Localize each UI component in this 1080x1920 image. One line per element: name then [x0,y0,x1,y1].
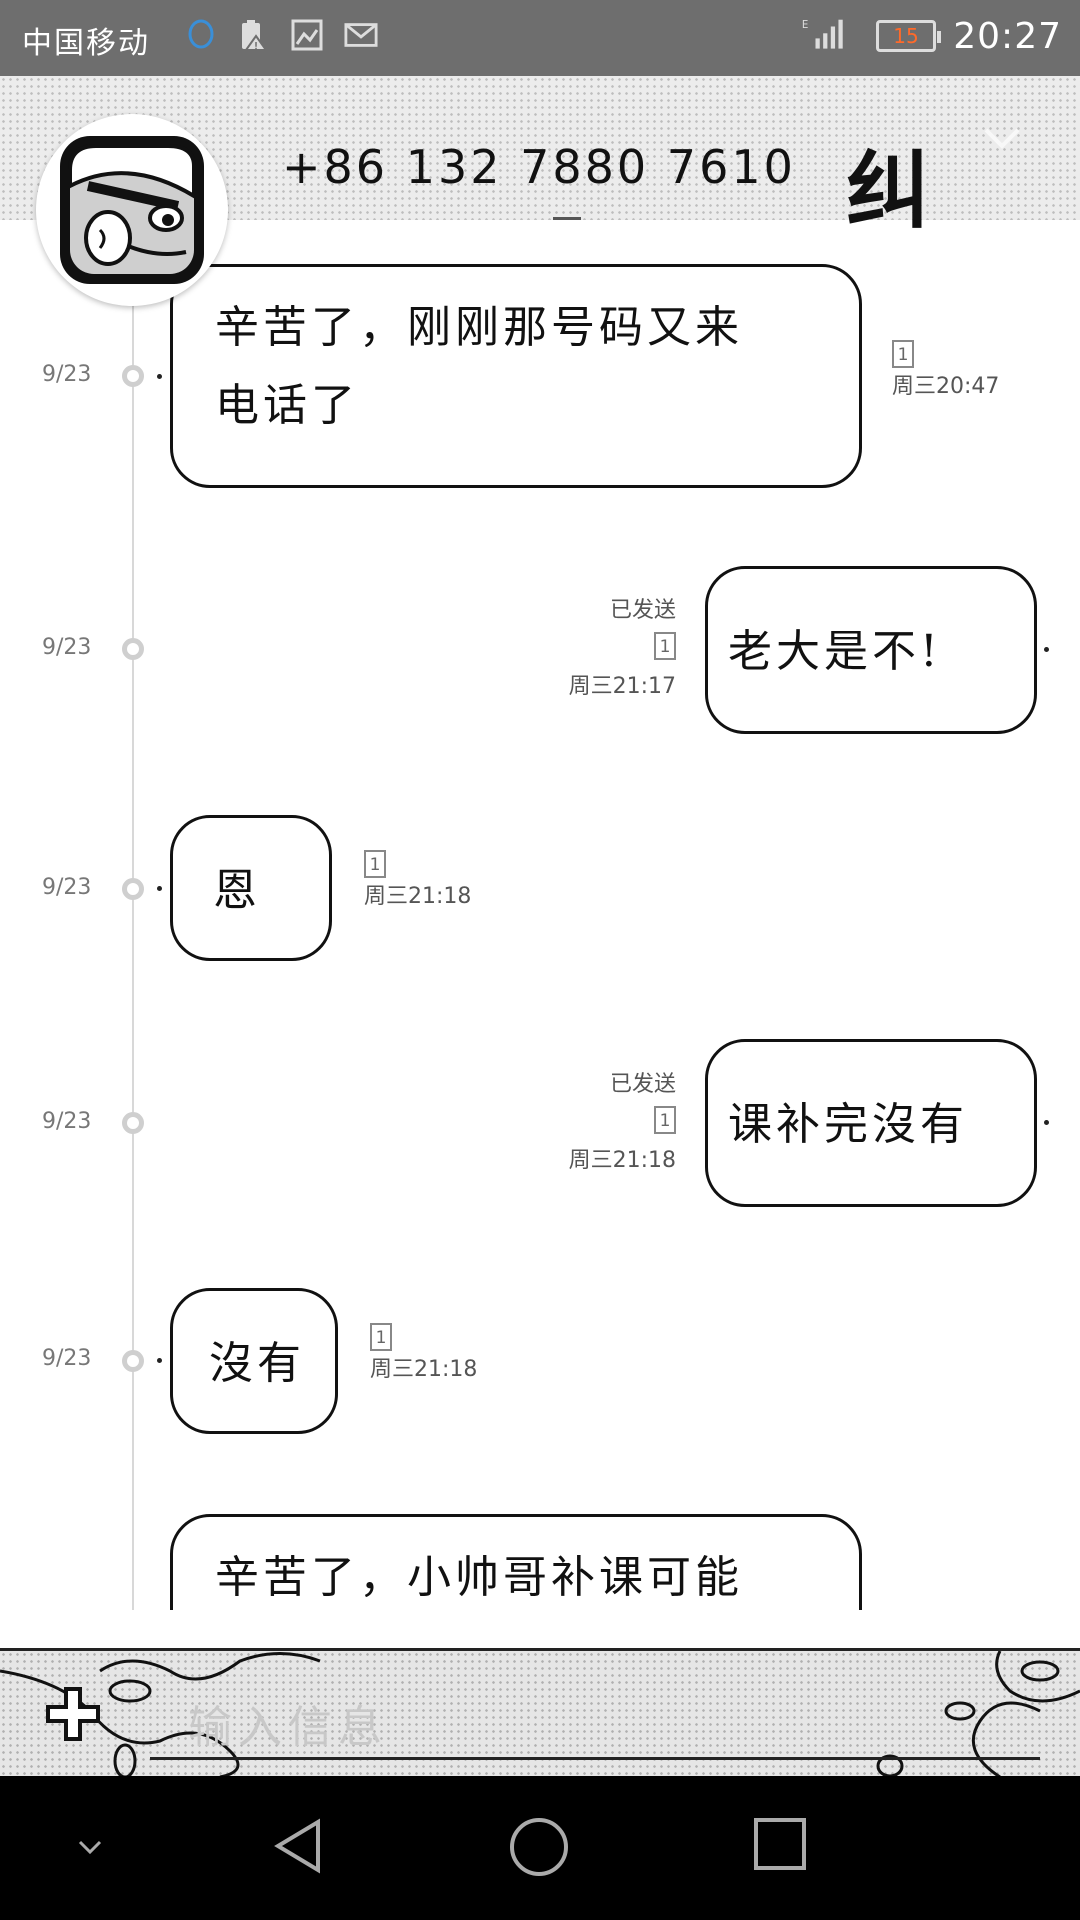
home-icon[interactable] [508,1816,570,1878]
bubble-tail-dot [1044,1120,1049,1125]
message-input[interactable]: 输入信息 [188,1691,388,1755]
message-bubble-incoming[interactable]: 沒有 [170,1288,338,1434]
sim-card-icon: 1 [364,850,386,878]
message-text-line: 老大是不! [728,626,942,677]
bubble-tail-dot [157,1358,162,1363]
message-bubble-incoming[interactable]: 辛苦了，小帅哥补课可能 [170,1514,862,1610]
message-meta: 1 周三21:18 [370,1323,477,1383]
sim-card-icon: 1 [370,1323,392,1351]
bubble-tail-dot [157,374,162,379]
message-meta: 已发送 1 周三21:18 [520,1066,676,1174]
message-status: 已发送 [609,1072,676,1097]
timeline-node [122,1350,144,1372]
message-text-line: 电话了 [215,380,359,431]
message-text-line: 恩 [213,865,261,916]
timeline-node [122,878,144,900]
message-status: 已发送 [609,598,676,623]
navigation-bar [0,1776,1080,1920]
message-date: 9/23 [42,1346,92,1371]
sim-card-icon: 1 [654,632,676,660]
add-attachment-icon[interactable] [44,1685,102,1743]
recent-apps-icon[interactable] [752,1816,808,1872]
message-bubble-outgoing[interactable]: 课补完沒有 [705,1039,1037,1207]
message-time: 周三21:18 [568,1148,676,1173]
back-icon[interactable] [270,1816,330,1876]
contact-avatar[interactable] [36,114,228,306]
message-date: 9/23 [42,362,92,387]
message-meta: 1 周三21:18 [364,850,471,910]
bubble-tail-dot [157,886,162,891]
input-underline [150,1757,1040,1760]
sim-card-icon: 1 [892,340,914,368]
message-time: 周三21:18 [370,1357,478,1382]
message-date: 9/23 [42,635,92,660]
message-text-line: 辛苦了，小帅哥补课可能 [215,1552,743,1603]
message-time: 周三21:17 [568,674,676,699]
cartoon-avatar-image [60,136,204,284]
message-bubble-incoming[interactable]: 辛苦了，刚刚那号码又来 电话了 [170,264,862,488]
message-text-line: 沒有 [209,1338,305,1389]
timeline-node [122,1112,144,1134]
bubble-tail-dot [1044,647,1049,652]
message-text-line: 课补完沒有 [728,1099,968,1150]
message-time: 周三21:18 [364,884,472,909]
message-meta: 已发送 1 周三21:17 [520,592,676,700]
message-meta: 1 周三20:47 [892,340,999,400]
message-text-line: 辛苦了，刚刚那号码又来 [215,302,743,353]
message-date: 9/23 [42,1109,92,1134]
timeline-node [122,365,144,387]
message-time: 周三20:47 [892,374,1000,399]
timeline-node [122,638,144,660]
timeline-line [132,290,134,1610]
message-composer: 输入信息 [0,1648,1080,1777]
message-date: 9/23 [42,875,92,900]
chevron-down-icon[interactable] [72,1830,108,1866]
sim-card-icon: 1 [654,1106,676,1134]
message-bubble-incoming[interactable]: 恩 [170,815,332,961]
message-bubble-outgoing[interactable]: 老大是不! [705,566,1037,734]
